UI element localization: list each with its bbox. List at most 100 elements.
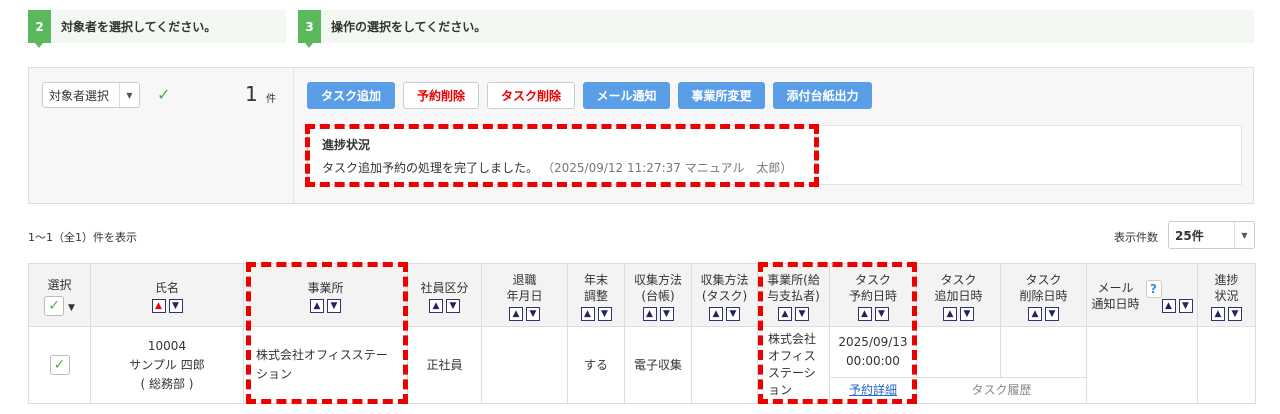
header-label: タスク 削除日時: [1019, 272, 1068, 303]
mail-date-cell: [1086, 326, 1198, 404]
sort-asc-icon[interactable]: ▲: [429, 298, 443, 313]
sort-asc-icon[interactable]: ▲: [580, 306, 595, 321]
reserve-detail-link[interactable]: 予約詳細: [849, 383, 897, 397]
help-icon[interactable]: ?: [1145, 279, 1162, 298]
header-label: 氏名: [154, 280, 179, 295]
add-task-button[interactable]: タスク追加: [307, 82, 395, 109]
sort-asc-icon[interactable]: ▲: [310, 298, 324, 313]
delete-reservation-button[interactable]: 予約削除: [403, 82, 479, 109]
sort-asc-icon[interactable]: ▲: [943, 306, 957, 321]
sort-controls: ▲ ▼: [778, 306, 809, 321]
sort-desc-icon[interactable]: ▼: [1045, 306, 1059, 321]
header-label: タスク 予約日時: [848, 272, 897, 303]
reserve-date: 2025/09/13: [838, 335, 908, 349]
header-label: 退職 年月日: [506, 272, 543, 303]
chevron-down-icon: ▼: [119, 83, 139, 107]
sort-desc-icon[interactable]: ▼: [1228, 306, 1242, 321]
header-yearend: 年末 調整 ▲ ▼: [567, 263, 625, 327]
sort-desc-icon[interactable]: ▼: [960, 306, 974, 321]
header-payer: 事業所(給 与支払者) ▲ ▼: [757, 263, 830, 327]
sort-desc-icon[interactable]: ▼: [795, 306, 809, 321]
sort-asc-icon[interactable]: ▲: [1211, 306, 1225, 321]
method-task-cell: [691, 326, 758, 404]
change-office-button[interactable]: 事業所変更: [678, 82, 765, 109]
sort-asc-icon[interactable]: ▲: [778, 306, 792, 321]
sort-asc-icon[interactable]: ▲: [1028, 306, 1042, 321]
sort-desc-icon[interactable]: ▼: [659, 306, 674, 321]
employee-type-cell: 正社員: [407, 326, 482, 404]
sort-asc-icon[interactable]: ▲: [642, 306, 657, 321]
sort-controls: ▲ ▼: [642, 306, 674, 321]
sort-desc-icon[interactable]: ▼: [327, 298, 341, 313]
select-all-checkbox[interactable]: ✓: [44, 295, 65, 316]
step-3: 3 操作の選択をしてください。: [298, 10, 1254, 48]
header-label: 社員区分: [420, 280, 469, 295]
sort-desc-icon[interactable]: ▼: [726, 306, 740, 321]
sort-asc-icon[interactable]: ▲: [857, 306, 872, 321]
progress-cell: [1197, 326, 1256, 404]
sort-desc-icon[interactable]: ▼: [874, 306, 889, 321]
sort-controls: ▲ ▼: [580, 306, 612, 321]
sort-controls: ▲ ▼: [1211, 306, 1242, 321]
header-office: 事業所 ▲ ▼: [243, 263, 408, 327]
header-label: メール 通知日時: [1091, 280, 1140, 311]
method-ledger-cell: 電子収集: [624, 326, 692, 404]
sort-controls: ▲ ▼: [1028, 306, 1059, 321]
selected-count: 1: [245, 82, 258, 106]
target-select-value: 対象者選択: [49, 88, 110, 103]
sort-desc-icon[interactable]: ▼: [597, 306, 612, 321]
row-checkbox[interactable]: ✓: [49, 355, 70, 375]
header-reserve-date: タスク 予約日時 ▲ ▼: [829, 263, 917, 327]
page-size-label: 表示件数: [1114, 231, 1158, 244]
mail-notify-button[interactable]: メール通知: [583, 82, 670, 109]
target-select[interactable]: 対象者選択 ▼: [42, 82, 140, 108]
sort-desc-icon[interactable]: ▼: [168, 298, 183, 313]
sort-asc-icon[interactable]: ▲: [1161, 298, 1176, 313]
header-select: 選択 ✓ ▼: [28, 263, 91, 327]
sort-desc-icon[interactable]: ▼: [526, 306, 540, 321]
header-added-date: タスク 追加日時 ▲ ▼: [916, 263, 1001, 327]
office-cell: 株式会社オフィスステーション: [243, 326, 408, 404]
header-method-task: 収集方法 (タスク) ▲ ▼: [691, 263, 758, 327]
sort-asc-icon[interactable]: ▲: [151, 298, 166, 313]
result-summary: 1〜1（全1）件を表示: [28, 231, 137, 244]
header-label: 事業所: [307, 280, 344, 295]
sort-desc-icon[interactable]: ▼: [1178, 298, 1193, 313]
retire-date-cell: [481, 326, 568, 404]
sort-controls: ✓ ▼: [29, 295, 90, 316]
sort-desc-icon[interactable]: ▼: [446, 298, 460, 313]
deleted-date-cell: [1000, 326, 1087, 378]
reserve-detail-cell: 予約詳細: [829, 377, 917, 404]
delete-task-button[interactable]: タスク削除: [487, 82, 575, 109]
step-number: 3: [298, 10, 321, 48]
reserve-date-cell: 2025/09/13 00:00:00: [829, 326, 917, 378]
sort-controls: ▲ ▼: [709, 306, 740, 321]
header-label: 収集方法 (タスク): [700, 272, 749, 303]
task-history-link[interactable]: タスク履歴: [971, 383, 1031, 397]
select-cell: ✓: [28, 326, 91, 404]
status-box: 進捗状況 タスク追加予約の処理を完了しました。 （2025/09/12 11:27…: [307, 125, 1242, 185]
page-size-select[interactable]: 25件 ▼: [1168, 221, 1255, 249]
sort-asc-icon[interactable]: ▲: [709, 306, 723, 321]
count-unit: 件: [266, 94, 276, 105]
header-progress: 進捗 状況 ▲ ▼: [1197, 263, 1256, 327]
task-history-cell: タスク履歴: [916, 377, 1087, 404]
step-label: 対象者を選択してください。: [61, 20, 217, 34]
header-label: 事業所(給 与支払者): [767, 272, 820, 303]
status-meta: （2025/09/12 11:27:37 マニュアル 太郎）: [548, 161, 793, 175]
page-size-value: 25件: [1175, 228, 1204, 243]
header-label: 選択: [47, 277, 72, 292]
header-label: 収集方法 (台帳): [633, 272, 682, 303]
employee-id: 10004: [147, 338, 187, 353]
yearend-cell: する: [567, 326, 625, 404]
export-attachment-button[interactable]: 添付台紙出力: [773, 82, 872, 109]
name-cell: 10004 サンプル 四郎 ( 総務部 ): [90, 326, 244, 404]
header-label: 年末 調整: [583, 272, 608, 303]
sort-controls: ▲ ▼: [857, 306, 889, 321]
header-retire-date: 退職 年月日 ▲ ▼: [481, 263, 568, 327]
sort-controls: ▲ ▼: [429, 298, 460, 313]
caret-down-icon[interactable]: ▼: [68, 303, 75, 313]
reserve-time: 00:00:00: [846, 354, 900, 368]
payer-cell: 株式会社オフィスステーション: [757, 326, 830, 404]
sort-asc-icon[interactable]: ▲: [509, 306, 523, 321]
